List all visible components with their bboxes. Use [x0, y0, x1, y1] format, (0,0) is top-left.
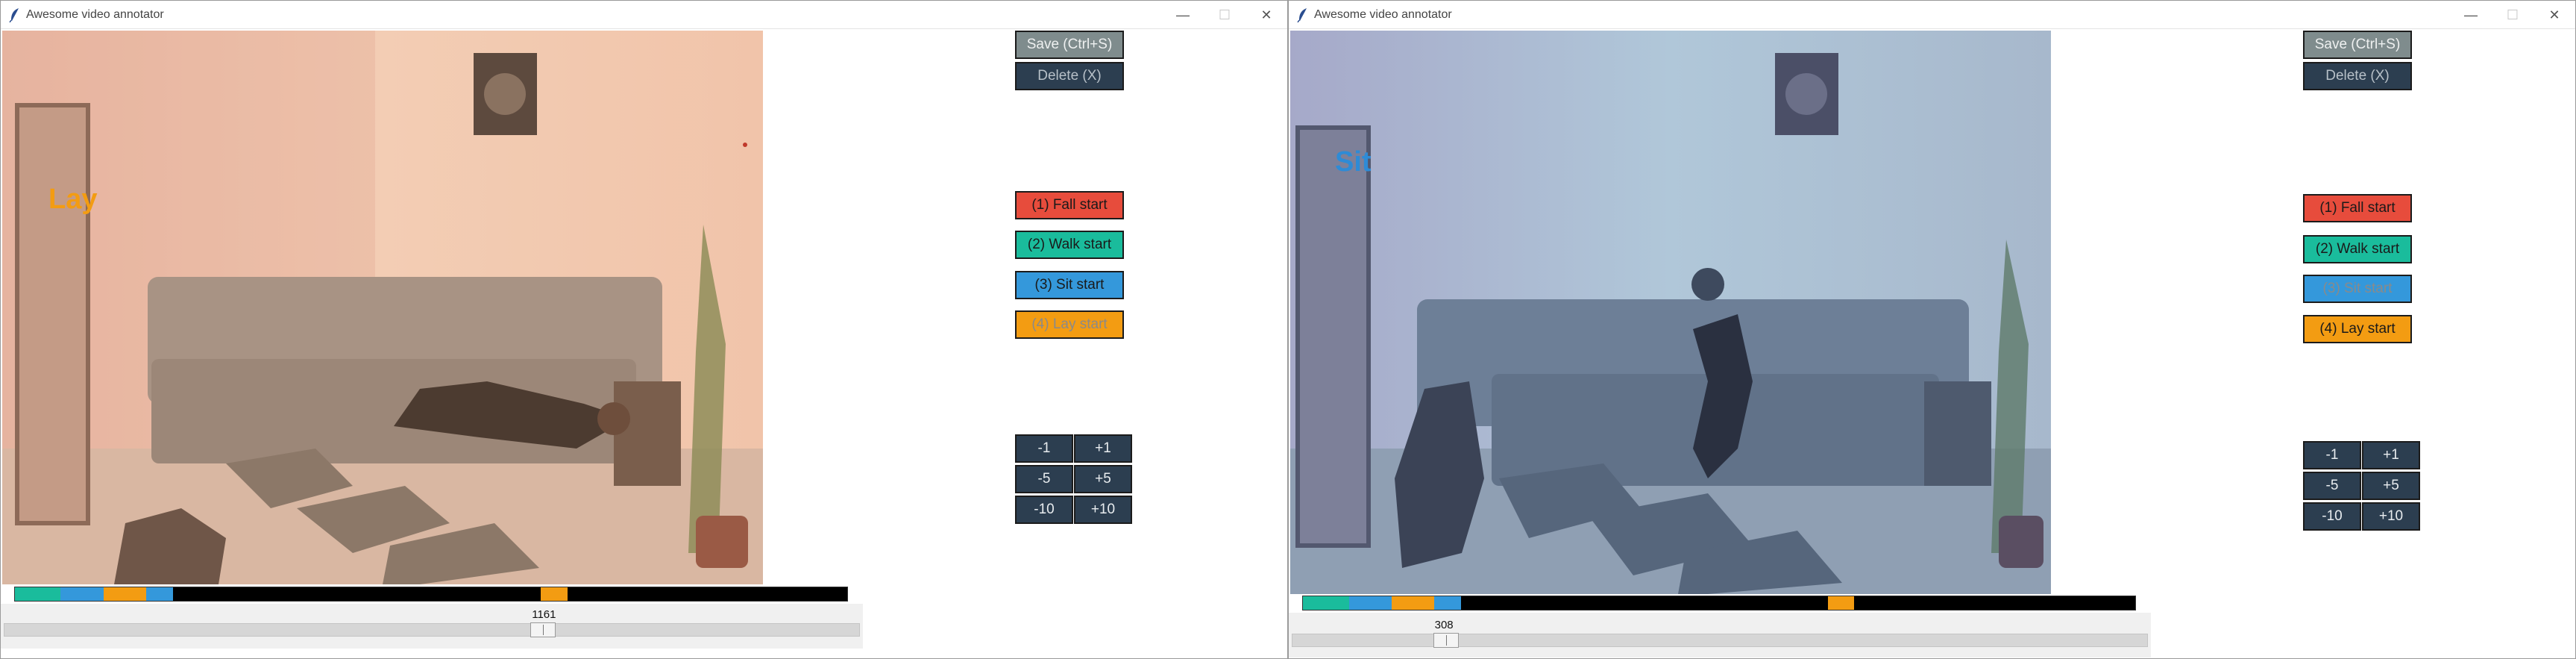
frame-number: 308 — [1434, 619, 1454, 631]
video-frame[interactable]: Sit — [1290, 31, 2051, 594]
frame-number: 1161 — [532, 608, 556, 621]
window-title: Awesome video annotator — [26, 8, 164, 21]
current-label-overlay: Sit — [1335, 146, 1372, 178]
step-plus-5-button[interactable]: +5 — [1074, 465, 1132, 493]
timeline-segment-lay — [1828, 596, 1854, 610]
sit-start-button[interactable]: (3) Sit start — [1015, 271, 1124, 299]
close-button[interactable]: ✕ — [2533, 1, 2575, 29]
fall-start-button[interactable]: (1) Fall start — [2303, 194, 2412, 222]
minimize-icon: — — [1176, 7, 1190, 22]
timeline-segment-lay — [541, 587, 568, 601]
video-image — [2, 31, 763, 584]
delete-button[interactable]: Delete (X) — [2303, 62, 2412, 90]
minimize-button[interactable]: — — [1162, 1, 1204, 29]
walk-start-button[interactable]: (2) Walk start — [2303, 235, 2412, 263]
step-plus-5-button[interactable]: +5 — [2362, 472, 2420, 500]
timeline-segment-lay — [1392, 596, 1435, 610]
frame-slider-area: 1161 — [1, 604, 863, 649]
frame-slider-thumb[interactable] — [530, 622, 556, 637]
annotator-window-2: Awesome video annotator — ☐ ✕ Sit Save (… — [1288, 0, 2576, 659]
minimize-icon: — — [2464, 7, 2478, 22]
save-button[interactable]: Save (Ctrl+S) — [1015, 31, 1124, 59]
delete-button[interactable]: Delete (X) — [1015, 62, 1124, 90]
current-label-overlay: Lay — [48, 184, 98, 215]
walk-start-button[interactable]: (2) Walk start — [1015, 231, 1124, 259]
title-bar[interactable]: Awesome video annotator — ☐ ✕ — [1, 1, 1287, 29]
video-frame[interactable]: Lay — [2, 31, 763, 584]
annotation-timeline[interactable] — [1302, 596, 2136, 610]
step-minus-10-button[interactable]: -10 — [1015, 496, 1073, 524]
step-minus-10-button[interactable]: -10 — [2303, 502, 2361, 531]
step-minus-5-button[interactable]: -5 — [1015, 465, 1073, 493]
lay-start-button[interactable]: (4) Lay start — [2303, 315, 2412, 343]
timeline-segment-walk — [1303, 596, 1350, 610]
frame-slider-area: 308 — [1289, 613, 2151, 658]
lay-start-button[interactable]: (4) Lay start — [1015, 310, 1124, 339]
sit-start-button[interactable]: (3) Sit start — [2303, 275, 2412, 303]
close-button[interactable]: ✕ — [1245, 1, 1287, 29]
step-plus-10-button[interactable]: +10 — [1074, 496, 1132, 524]
timeline-segment-sit — [60, 587, 104, 601]
title-bar[interactable]: Awesome video annotator — ☐ ✕ — [1289, 1, 2575, 29]
close-icon: ✕ — [2548, 7, 2560, 22]
timeline-segment-walk — [15, 587, 61, 601]
timeline-segment-lay — [104, 587, 147, 601]
timeline-segment-sit — [1434, 596, 1462, 610]
timeline-segment-sit — [146, 587, 174, 601]
fall-start-button[interactable]: (1) Fall start — [1015, 191, 1124, 219]
feather-icon — [9, 8, 19, 22]
close-icon: ✕ — [1260, 7, 1272, 22]
maximize-button[interactable]: ☐ — [2492, 1, 2533, 29]
maximize-button[interactable]: ☐ — [1204, 1, 1245, 29]
maximize-icon: ☐ — [1218, 7, 1231, 22]
minimize-button[interactable]: — — [2450, 1, 2492, 29]
video-image — [1290, 31, 2051, 594]
frame-slider-track[interactable] — [1292, 634, 2148, 647]
step-minus-1-button[interactable]: -1 — [1015, 434, 1073, 463]
maximize-icon: ☐ — [2506, 7, 2519, 22]
step-plus-1-button[interactable]: +1 — [1074, 434, 1132, 463]
frame-slider-thumb[interactable] — [1433, 633, 1459, 648]
frame-slider-track[interactable] — [4, 623, 860, 637]
step-minus-1-button[interactable]: -1 — [2303, 441, 2361, 469]
timeline-segment-sit — [1349, 596, 1392, 610]
annotation-timeline[interactable] — [14, 587, 848, 602]
feather-icon — [1297, 8, 1307, 22]
step-minus-5-button[interactable]: -5 — [2303, 472, 2361, 500]
annotator-window-1: Awesome video annotator — ☐ ✕ Lay Save (… — [0, 0, 1288, 659]
step-plus-1-button[interactable]: +1 — [2362, 441, 2420, 469]
save-button[interactable]: Save (Ctrl+S) — [2303, 31, 2412, 59]
step-plus-10-button[interactable]: +10 — [2362, 502, 2420, 531]
window-title: Awesome video annotator — [1314, 8, 1452, 21]
